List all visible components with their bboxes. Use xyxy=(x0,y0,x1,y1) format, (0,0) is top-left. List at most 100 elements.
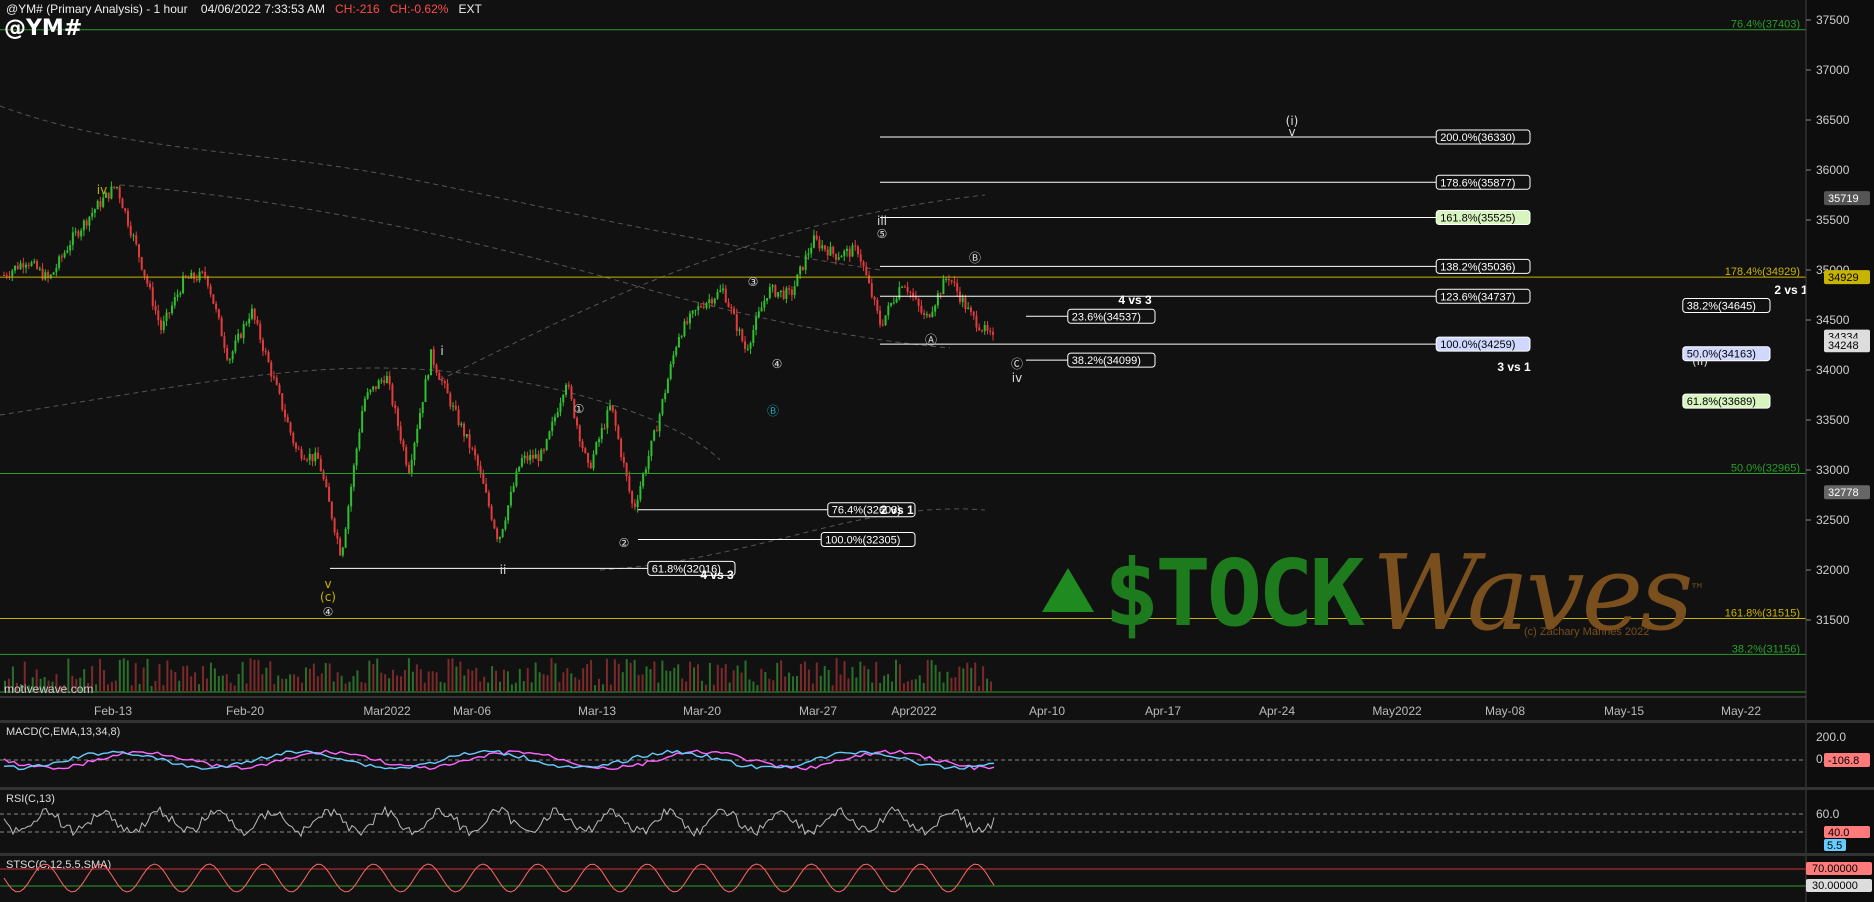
candle-body xyxy=(295,443,298,449)
volume-bar xyxy=(198,684,201,692)
indicator-panels[interactable]: MACD(C,EMA,13,34,8)200.00.0-106.8RSI(C,1… xyxy=(0,720,1874,893)
candle-body xyxy=(217,309,220,318)
candle-body xyxy=(113,186,116,188)
candle-body xyxy=(823,245,826,250)
candle-body xyxy=(614,411,617,426)
annotation-text: 4 vs 3 xyxy=(1118,293,1152,307)
volume-bar xyxy=(760,668,763,692)
fib-levels[interactable]: 200.0%(36330) 178.6%(35877) 161.8%(35525) 1… xyxy=(330,129,1771,576)
volume-bar xyxy=(958,666,961,692)
candle-body xyxy=(928,314,931,317)
candle-body xyxy=(694,310,697,312)
volume-bar xyxy=(308,668,311,692)
volume-bar xyxy=(716,664,719,692)
volume-bar xyxy=(114,680,117,692)
candle-body xyxy=(526,455,529,461)
volume-bar xyxy=(348,681,351,692)
volume-bar xyxy=(914,679,917,692)
candle-body xyxy=(642,473,645,487)
candle-body xyxy=(617,425,620,439)
volume-bar xyxy=(130,685,133,692)
candle-body xyxy=(507,505,510,521)
candle-body xyxy=(204,271,207,277)
volume-bar xyxy=(558,681,561,692)
volume-bar xyxy=(970,667,973,692)
candle-body xyxy=(520,458,523,467)
wave-label: ② xyxy=(619,536,630,550)
volume-bar xyxy=(974,662,977,692)
candle-body xyxy=(567,384,570,387)
candle-body xyxy=(490,506,493,520)
candle-body xyxy=(716,291,719,299)
candle-body xyxy=(980,330,983,332)
candle-body xyxy=(799,266,802,275)
candle-body xyxy=(534,454,537,459)
candle-body xyxy=(416,428,419,443)
candle-body xyxy=(485,483,488,493)
candle-body xyxy=(60,256,63,258)
candle-body xyxy=(587,452,590,463)
annotation-text: 3 vs 1 xyxy=(1497,360,1531,374)
candle-body xyxy=(625,463,628,477)
volume-bar xyxy=(170,669,173,692)
price-tag-label: 34929 xyxy=(1828,272,1859,284)
candle-body xyxy=(834,253,837,260)
volume-bar xyxy=(867,669,870,692)
wave-label: ④ xyxy=(772,357,783,371)
candle-body xyxy=(936,293,939,306)
candle-body xyxy=(69,245,72,251)
candle-body xyxy=(413,442,416,460)
candle-body xyxy=(884,315,887,326)
volume-bar xyxy=(400,676,402,692)
candle-body xyxy=(190,272,193,279)
candle-body xyxy=(658,414,661,432)
volume-bar xyxy=(906,681,909,692)
candle-body xyxy=(383,380,386,383)
volume-bar xyxy=(332,681,335,692)
volume-bar xyxy=(772,680,775,692)
volume-bar xyxy=(467,669,470,692)
time-axis[interactable]: Feb-13 Feb-20 Mar2022 Mar-06 Mar-13 Mar-20 Mar… xyxy=(0,696,1806,718)
volume-bar xyxy=(887,673,890,692)
candle-body xyxy=(80,230,83,237)
volume-bars: 5097 xyxy=(0,658,1870,696)
candle-body xyxy=(198,271,201,281)
volume-bar xyxy=(693,667,696,692)
volume-bar xyxy=(324,663,327,692)
volume-bar xyxy=(601,684,604,692)
volume-bar xyxy=(625,659,628,692)
chart-canvas[interactable]: 5097 76.4%(37403) 178.4%(34929) 50.0%(3296… xyxy=(0,0,1874,902)
candle-body xyxy=(581,441,584,449)
candle-body xyxy=(661,399,664,415)
candle-body xyxy=(978,327,981,331)
candle-body xyxy=(570,386,573,400)
candle-body xyxy=(44,272,47,280)
volume-bar xyxy=(384,674,387,692)
wave-label: ④ xyxy=(323,605,334,619)
candle-body xyxy=(314,452,317,462)
volume-bar xyxy=(609,684,612,692)
volume-bar xyxy=(566,668,569,692)
candle-body xyxy=(410,459,413,473)
volume-bar xyxy=(902,683,905,692)
candle-body xyxy=(779,290,782,293)
price-candles[interactable] xyxy=(3,181,994,558)
volume-bar xyxy=(277,675,280,692)
volume-bar xyxy=(946,671,949,692)
candle-body xyxy=(474,448,477,456)
candle-body xyxy=(909,291,912,293)
volume-bar xyxy=(237,673,240,692)
wave-label: iv xyxy=(97,183,107,197)
volume-bar xyxy=(99,658,102,692)
candle-body xyxy=(85,220,88,226)
candle-body xyxy=(52,272,55,275)
session-label: EXT xyxy=(458,2,482,16)
candle-body xyxy=(733,308,736,315)
wave-label: Ⓑ xyxy=(767,404,779,418)
candle-body xyxy=(256,319,259,324)
candle-body xyxy=(385,376,388,383)
candle-body xyxy=(956,283,959,292)
chart-header: @YM# (Primary Analysis) - 1 hour 04/06/2… xyxy=(6,2,482,16)
candle-body xyxy=(548,431,551,440)
volume-bar xyxy=(392,669,395,692)
